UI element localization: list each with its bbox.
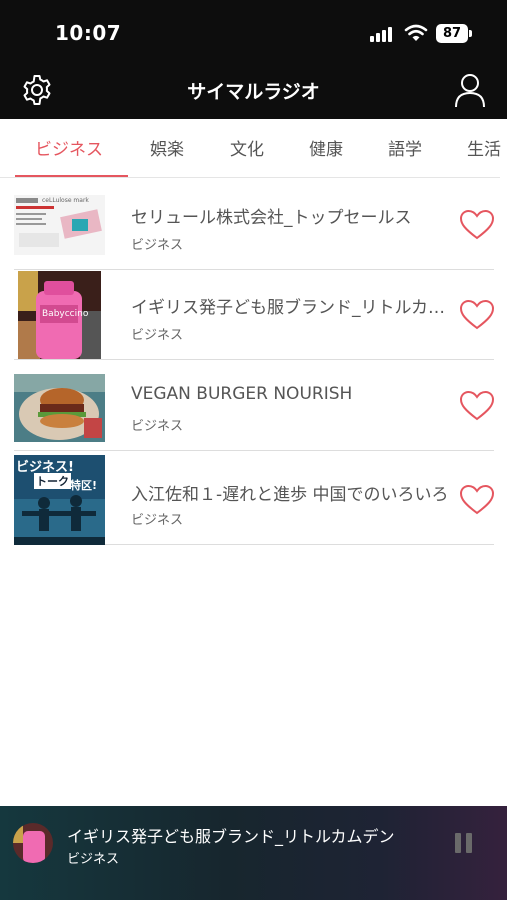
- item-thumbnail: [14, 374, 105, 442]
- list-item[interactable]: VEGAN BURGER NOURISH ビジネス: [14, 361, 495, 451]
- list-item[interactable]: ビジネス! トーク 特区! 入江佐和１-遅れと進歩 中国でのいろいろ ビジネス: [14, 455, 495, 545]
- tab-language[interactable]: 語学: [388, 135, 422, 160]
- item-category: ビジネス: [131, 238, 184, 253]
- thumbnail-caption: 特区!: [70, 479, 98, 492]
- tab-health[interactable]: 健康: [309, 135, 343, 160]
- favorite-heart-icon[interactable]: [459, 299, 495, 331]
- category-tabs: ビジネス 娯楽 文化 健康 語学 生活: [0, 119, 507, 177]
- item-title: セリュール株式会社_トップセールス: [131, 208, 412, 228]
- tab-lifestyle[interactable]: 生活: [467, 135, 501, 160]
- cellulose-thumbnail-art: [14, 195, 105, 255]
- favorite-heart-icon[interactable]: [459, 390, 495, 422]
- burger-thumbnail-art: [14, 374, 105, 442]
- thumbnail-caption: Babyccino: [42, 309, 89, 319]
- item-thumbnail: ceLLulose mark: [14, 195, 105, 255]
- pause-icon[interactable]: [455, 833, 473, 853]
- cellular-signal-icon: [370, 26, 396, 42]
- user-icon[interactable]: [453, 72, 487, 108]
- player-category: ビジネス: [67, 852, 120, 867]
- list-item[interactable]: Babyccino イギリス発子ども服ブランド_リトルカムデン ビジネス: [14, 270, 495, 360]
- player-thumbnail: [13, 823, 53, 863]
- tab-culture[interactable]: 文化: [230, 135, 264, 160]
- favorite-heart-icon[interactable]: [459, 484, 495, 516]
- wifi-icon: [404, 24, 428, 41]
- thumbnail-caption: ceLLulose mark: [42, 197, 89, 204]
- thumbnail-caption: トーク: [34, 473, 71, 489]
- battery-level: 87: [436, 24, 468, 43]
- player-title: イギリス発子ども服ブランド_リトルカムデン: [67, 827, 395, 846]
- battery-icon: 87: [436, 24, 472, 43]
- player-thumbnail-art: [13, 823, 53, 863]
- mini-player[interactable]: イギリス発子ども服ブランド_リトルカムデン ビジネス: [0, 806, 507, 900]
- item-title: 入江佐和１-遅れと進歩 中国でのいろいろ: [131, 485, 449, 505]
- list-item[interactable]: ceLLulose mark セリュール株式会社_トップセールス ビジネス: [14, 180, 495, 270]
- item-category: ビジネス: [131, 419, 184, 434]
- item-thumbnail: Babyccino: [18, 271, 101, 359]
- item-category: ビジネス: [131, 328, 184, 343]
- item-title: VEGAN BURGER NOURISH: [131, 384, 353, 404]
- status-time: 10:07: [55, 21, 122, 45]
- item-title: イギリス発子ども服ブランド_リトルカムデン: [131, 298, 459, 318]
- app-title: サイマルラジオ: [187, 81, 320, 103]
- item-category: ビジネス: [131, 513, 184, 528]
- tabs-divider: [0, 177, 500, 178]
- item-thumbnail: ビジネス! トーク 特区!: [14, 455, 105, 545]
- favorite-heart-icon[interactable]: [459, 209, 495, 241]
- top-bar: 10:07 87 サイマルラジオ: [0, 0, 507, 119]
- tab-entertainment[interactable]: 娯楽: [150, 135, 184, 160]
- tab-business[interactable]: ビジネス: [35, 135, 103, 160]
